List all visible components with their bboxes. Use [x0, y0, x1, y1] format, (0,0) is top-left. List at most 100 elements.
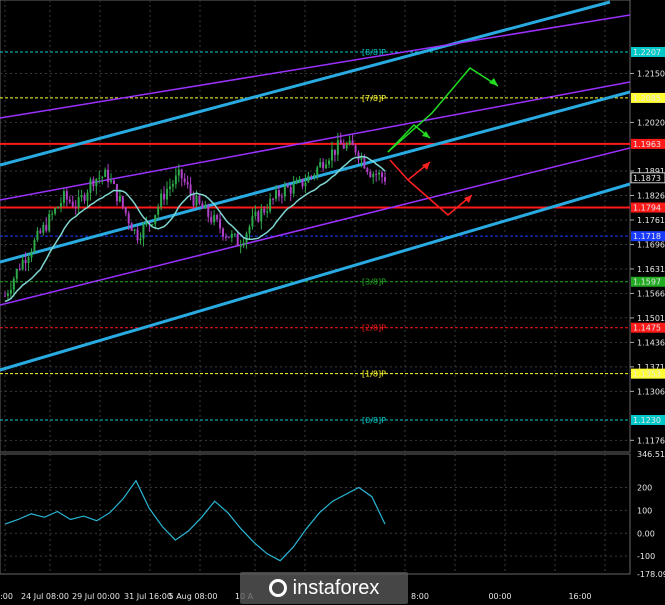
- candle-body-2: [9, 289, 12, 294]
- cci-tick-label-0: 346.5175: [637, 450, 665, 459]
- candle-body-1: [6, 293, 9, 296]
- watermark-text: instaforex: [292, 576, 380, 599]
- candle-body-45: [136, 229, 139, 241]
- candle-body-14: [45, 224, 48, 231]
- candle-body-5: [18, 269, 21, 271]
- murrey-level-value-2: 1.1963: [633, 140, 661, 149]
- candle-body-80: [239, 245, 242, 247]
- instaforex-logo-icon: [268, 579, 287, 597]
- murrey-level-label-5: [3/8]P: [362, 278, 386, 287]
- murrey-level-value-4: 1.1718: [633, 232, 661, 241]
- cci-tick-label-1: 200: [637, 484, 652, 493]
- candle-body-25: [77, 197, 80, 208]
- candle-body-46: [139, 238, 142, 241]
- time-tick-label-2: 29 Jul 00:00: [72, 592, 120, 601]
- candle-body-55: [166, 188, 169, 200]
- candle-body-10: [33, 240, 36, 252]
- candle-body-117: [348, 140, 351, 145]
- murrey-level-value-7: 1.1353: [633, 370, 661, 379]
- candle-body-74: [221, 228, 224, 237]
- cci-tick-label-3: 0.00: [637, 529, 655, 538]
- candle-body-95: [283, 185, 286, 197]
- candle-body-120: [357, 152, 360, 160]
- candle-body-75: [224, 236, 227, 238]
- candle-body-6: [21, 259, 24, 270]
- candle-body-8: [27, 257, 30, 264]
- candle-body-42: [127, 213, 130, 224]
- candle-body-86: [257, 211, 260, 222]
- price-axis: 1.21501.20201.18911.18261.17611.16961.16…: [630, 46, 665, 445]
- candle-body-91: [272, 198, 275, 200]
- price-tick-label-0: 1.2150: [637, 69, 665, 78]
- candle-body-59: [177, 169, 180, 176]
- price-tick-label-6: 1.1631: [637, 265, 665, 274]
- candle-body-37: [112, 180, 115, 184]
- candle-body-102: [304, 182, 307, 187]
- candle-body-113: [336, 140, 339, 155]
- time-tick-label-4: 5 Aug 08:00: [169, 592, 218, 601]
- candle-body-26: [80, 195, 83, 198]
- candle-body-88: [263, 208, 266, 213]
- candle-body-54: [163, 193, 166, 200]
- current-price-label: 1.1873: [633, 174, 661, 183]
- candle-body-87: [260, 208, 263, 222]
- price-tick-label-12: 1.1176: [637, 436, 665, 445]
- candle-body-110: [328, 160, 331, 165]
- candle-body-107: [319, 162, 322, 168]
- candle-body-52: [157, 206, 160, 215]
- murrey-level-label-1: [7/8]P: [362, 94, 386, 103]
- candle-body-64: [192, 194, 195, 206]
- candle-body-31: [95, 178, 98, 187]
- candle-body-15: [48, 214, 51, 231]
- candle-body-103: [307, 176, 310, 183]
- price-tick-label-3: 1.1826: [637, 191, 665, 200]
- candle-body-33: [101, 176, 104, 178]
- candle-body-60: [180, 169, 183, 179]
- candle-body-100: [298, 178, 301, 182]
- candle-body-0: [4, 295, 6, 297]
- candle-body-38: [115, 183, 118, 202]
- candle-body-94: [280, 196, 283, 198]
- candle-body-4: [15, 269, 18, 279]
- candle-body-97: [289, 187, 292, 194]
- cci-tick-label-4: -100: [637, 552, 655, 561]
- candle-body-17: [54, 208, 57, 214]
- price-chart: [8/8]P[7/8]P[3/8]P[2/8]P[1/8]P[0/8]P 1.2…: [0, 0, 665, 601]
- candle-body-79: [236, 233, 239, 247]
- candle-body-29: [89, 179, 92, 193]
- candle-body-48: [145, 221, 148, 225]
- murrey-level-label-7: [1/8]P: [362, 370, 386, 379]
- time-tick-label-1: 24 Jul 08:00: [21, 592, 69, 601]
- candle-body-78: [233, 233, 236, 235]
- candle-body-99: [295, 181, 298, 184]
- candle-body-77: [230, 233, 233, 238]
- time-tick-label-8: 00:00: [488, 592, 511, 601]
- candle-body-105: [313, 174, 316, 177]
- time-tick-label-7: 8:00: [411, 592, 429, 601]
- candle-body-13: [42, 224, 45, 233]
- candle-body-11: [36, 230, 39, 241]
- candle-body-71: [213, 215, 216, 223]
- cci-tick-label-2: 100: [637, 506, 652, 515]
- murrey-level-value-0: 1.2207: [633, 48, 661, 57]
- price-tick-label-5: 1.1696: [637, 240, 665, 249]
- price-tick-label-1: 1.2020: [637, 118, 665, 127]
- candle-body-39: [118, 196, 121, 202]
- candle-body-128: [381, 172, 384, 178]
- candle-body-51: [154, 214, 157, 225]
- candle-body-66: [198, 195, 201, 204]
- price-tick-label-7: 1.1566: [637, 289, 665, 298]
- candle-body-92: [275, 190, 278, 199]
- candle-body-93: [277, 190, 280, 197]
- candle-body-43: [130, 223, 133, 231]
- candle-body-124: [369, 172, 372, 178]
- candle-body-123: [366, 168, 369, 173]
- candle-body-30: [92, 179, 95, 187]
- candle-body-27: [83, 195, 86, 201]
- candle-body-36: [110, 180, 113, 182]
- candle-body-16: [51, 213, 54, 215]
- candle-body-84: [251, 216, 254, 227]
- candle-body-58: [174, 175, 177, 185]
- price-tick-label-9: 1.1436: [637, 338, 665, 347]
- cci-axis: 346.5175 200 100 0.00 -100 -178.099: [637, 450, 665, 579]
